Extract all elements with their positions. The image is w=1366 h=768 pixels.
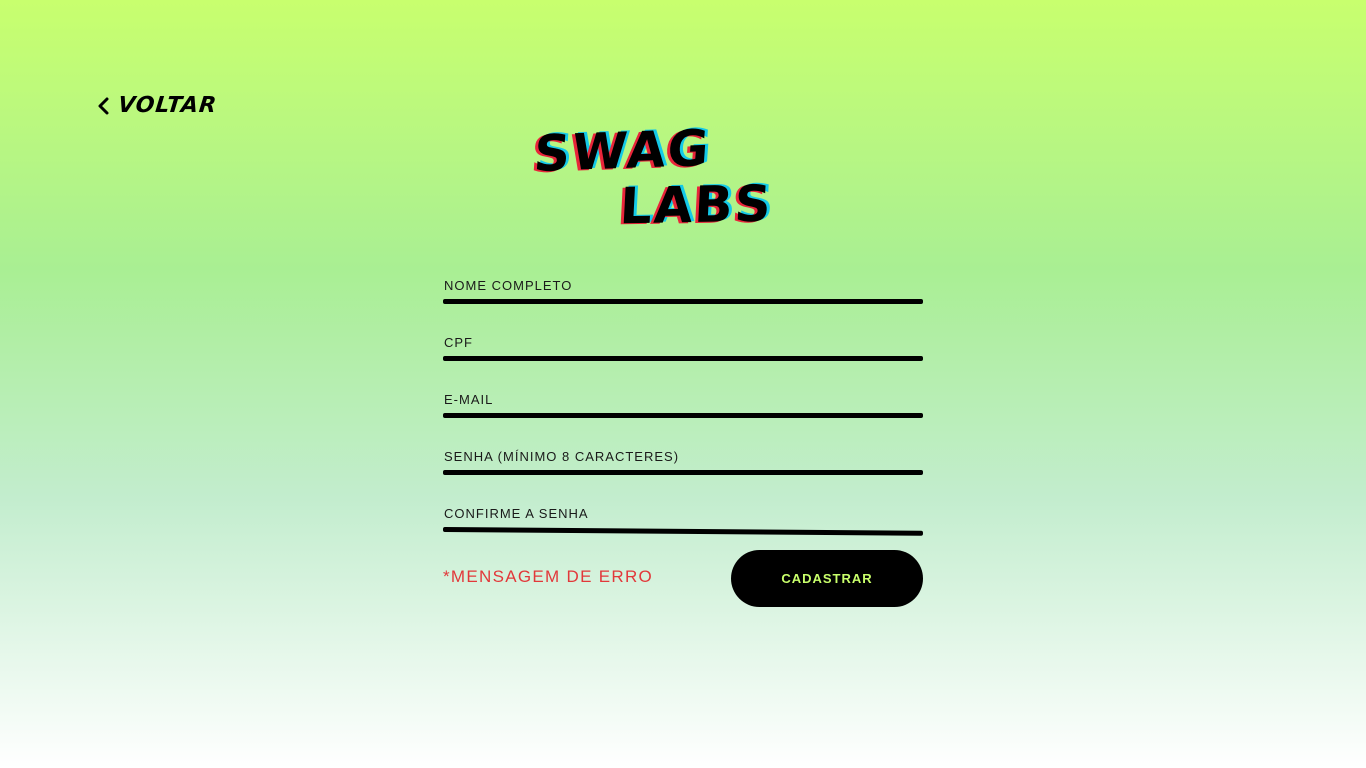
form-actions: *MENSAGEM DE ERRO CADASTRAR <box>443 550 923 607</box>
full-name-underline <box>443 299 923 304</box>
cpf-underline <box>443 356 923 361</box>
chevron-left-icon <box>98 97 109 115</box>
error-message: *MENSAGEM DE ERRO <box>443 567 654 586</box>
full-name-input[interactable] <box>443 270 923 300</box>
logo-line-1: SWAG <box>532 118 713 184</box>
cpf-field <box>443 327 923 384</box>
confirm-password-input[interactable] <box>443 498 923 528</box>
back-label: VOLTAR <box>116 93 219 118</box>
cpf-input[interactable] <box>443 327 923 357</box>
full-name-field <box>443 270 923 327</box>
email-underline <box>443 413 923 418</box>
email-input[interactable] <box>443 384 923 414</box>
password-underline <box>443 470 923 475</box>
submit-button[interactable]: CADASTRAR <box>731 550 923 607</box>
confirm-password-field <box>442 498 924 555</box>
signup-form: *MENSAGEM DE ERRO CADASTRAR <box>442 270 924 607</box>
password-input[interactable] <box>443 441 923 471</box>
confirm-password-underline <box>442 527 924 536</box>
swag-labs-logo: SWAG LABS <box>528 118 778 238</box>
email-field <box>443 384 923 441</box>
back-link[interactable]: VOLTAR <box>94 92 219 120</box>
logo-line-2: LABS <box>618 174 775 236</box>
password-field <box>443 441 923 498</box>
